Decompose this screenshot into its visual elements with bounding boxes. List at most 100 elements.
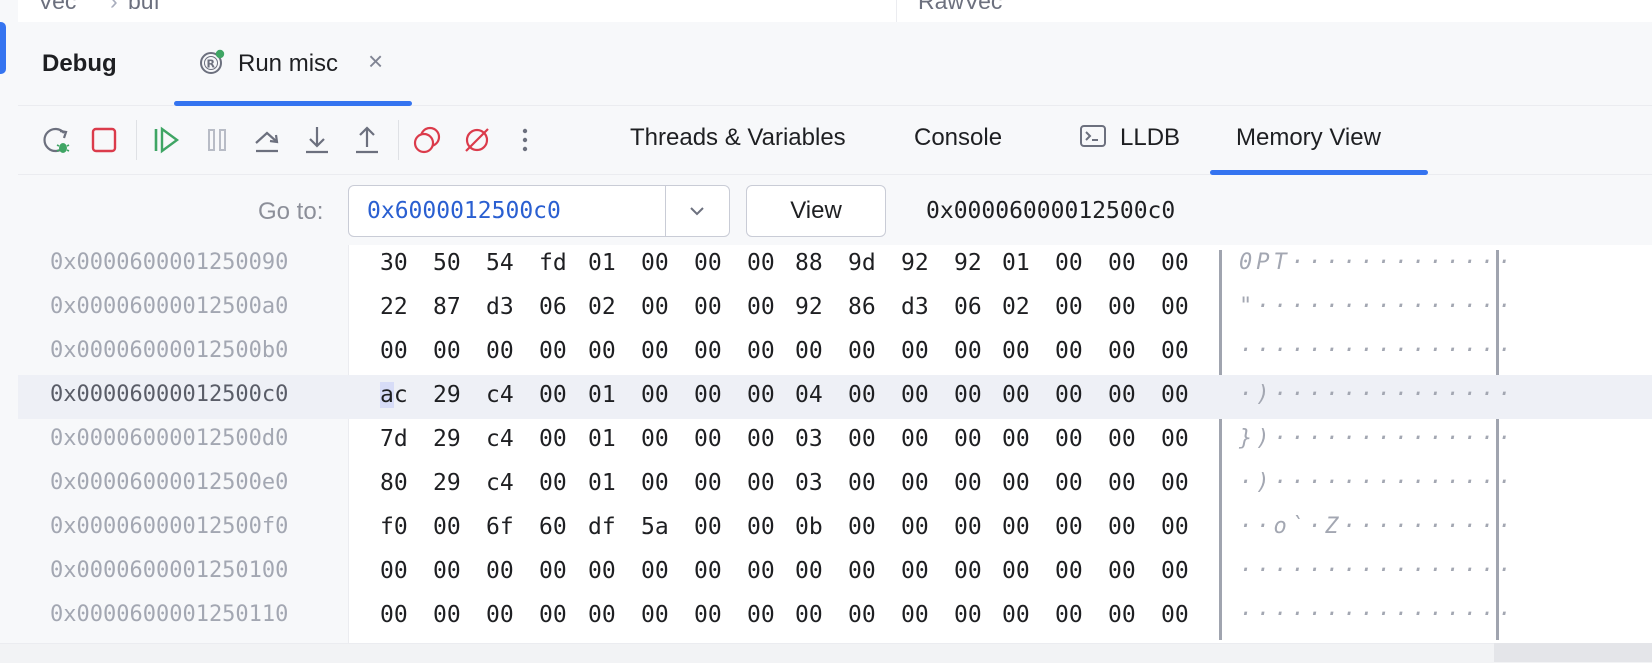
- hex-byte[interactable]: 00: [1108, 514, 1136, 540]
- hex-byte[interactable]: 00: [1002, 426, 1030, 452]
- hex-byte[interactable]: 00: [641, 250, 669, 276]
- hex-byte[interactable]: 00: [901, 558, 929, 584]
- ascii-column[interactable]: 0PT·············: [1239, 250, 1515, 275]
- hex-byte[interactable]: 7d: [380, 426, 408, 452]
- address-combobox[interactable]: [348, 185, 730, 237]
- hex-byte[interactable]: 00: [954, 426, 982, 452]
- hex-byte[interactable]: 00: [486, 558, 514, 584]
- hex-byte[interactable]: 00: [1055, 338, 1083, 364]
- hex-byte[interactable]: 00: [901, 514, 929, 540]
- hex-byte[interactable]: 00: [1055, 470, 1083, 496]
- hex-byte[interactable]: 00: [848, 514, 876, 540]
- hex-byte[interactable]: 00: [1055, 426, 1083, 452]
- ascii-column[interactable]: })··············: [1239, 426, 1515, 451]
- hex-byte[interactable]: 00: [1002, 514, 1030, 540]
- resume-icon[interactable]: [149, 123, 183, 157]
- ascii-column[interactable]: ················: [1239, 338, 1515, 363]
- hex-byte[interactable]: c4: [486, 470, 514, 496]
- hex-byte[interactable]: 30: [380, 250, 408, 276]
- hex-byte[interactable]: 00: [795, 602, 823, 628]
- ascii-column[interactable]: "···············: [1239, 294, 1515, 319]
- hex-byte[interactable]: 00: [954, 382, 982, 408]
- hex-byte[interactable]: 00: [694, 338, 722, 364]
- hex-byte[interactable]: 29: [433, 470, 461, 496]
- hex-byte[interactable]: 00: [747, 338, 775, 364]
- hex-byte[interactable]: 00: [747, 250, 775, 276]
- tab-console[interactable]: Console: [914, 124, 1002, 152]
- hex-byte[interactable]: 00: [1161, 294, 1189, 320]
- hex-byte[interactable]: 50: [433, 250, 461, 276]
- hex-byte[interactable]: 00: [747, 426, 775, 452]
- more-options-icon[interactable]: [508, 123, 542, 157]
- hex-byte[interactable]: 00: [901, 470, 929, 496]
- rerun-debug-icon[interactable]: [40, 123, 74, 157]
- memory-row[interactable]: 0x0000600001250090 30 50 54 fd 01 00 00 00 88 9d 92…: [18, 245, 1652, 287]
- address-input[interactable]: [367, 198, 647, 224]
- ascii-column[interactable]: ················: [1239, 558, 1515, 583]
- tab-run-misc[interactable]: R Run misc ×: [156, 22, 412, 106]
- hex-byte[interactable]: ac: [380, 382, 408, 408]
- hex-byte[interactable]: 01: [588, 382, 616, 408]
- hex-byte[interactable]: 00: [1108, 558, 1136, 584]
- hex-byte[interactable]: 00: [901, 338, 929, 364]
- hex-byte[interactable]: 92: [901, 250, 929, 276]
- memory-row[interactable]: 0x00006000012500a0 22 87 d3 06 02 00 00 00 92 86 d3…: [18, 287, 1652, 331]
- close-icon[interactable]: ×: [368, 48, 383, 74]
- hex-byte[interactable]: 00: [641, 470, 669, 496]
- pause-icon[interactable]: [200, 123, 234, 157]
- hex-byte[interactable]: 00: [1002, 602, 1030, 628]
- hex-byte[interactable]: c4: [486, 426, 514, 452]
- ascii-column[interactable]: ··o`·Z··········: [1239, 514, 1515, 539]
- hex-byte[interactable]: 22: [380, 294, 408, 320]
- ascii-column[interactable]: ·)··············: [1239, 382, 1515, 407]
- hex-byte[interactable]: 00: [954, 338, 982, 364]
- step-out-icon[interactable]: [350, 123, 384, 157]
- hex-byte[interactable]: 00: [641, 338, 669, 364]
- address-dropdown-button[interactable]: [665, 186, 730, 236]
- hex-byte[interactable]: 0b: [795, 514, 823, 540]
- hex-byte[interactable]: 00: [1055, 250, 1083, 276]
- hex-byte[interactable]: 01: [1002, 250, 1030, 276]
- tab-lldb[interactable]: LLDB: [1120, 124, 1180, 152]
- hex-byte[interactable]: 60: [539, 514, 567, 540]
- hex-byte[interactable]: 86: [848, 294, 876, 320]
- hex-byte[interactable]: 00: [747, 514, 775, 540]
- hex-byte[interactable]: 00: [539, 338, 567, 364]
- hex-byte[interactable]: 00: [848, 558, 876, 584]
- hex-byte[interactable]: 00: [901, 426, 929, 452]
- step-into-icon[interactable]: [300, 123, 334, 157]
- hex-byte[interactable]: 00: [1108, 470, 1136, 496]
- tab-memory-view[interactable]: Memory View: [1236, 124, 1381, 152]
- hex-byte[interactable]: 03: [795, 470, 823, 496]
- hex-byte[interactable]: 00: [747, 382, 775, 408]
- hex-byte[interactable]: 00: [1161, 382, 1189, 408]
- hex-byte[interactable]: 00: [539, 558, 567, 584]
- hex-byte[interactable]: 92: [954, 250, 982, 276]
- hex-byte[interactable]: 29: [433, 382, 461, 408]
- hex-byte[interactable]: 04: [795, 382, 823, 408]
- hex-byte[interactable]: 00: [1055, 558, 1083, 584]
- hex-byte[interactable]: 00: [1161, 426, 1189, 452]
- hex-byte[interactable]: 00: [1002, 470, 1030, 496]
- stop-icon[interactable]: [87, 123, 121, 157]
- hex-byte[interactable]: 00: [641, 294, 669, 320]
- hex-byte[interactable]: 00: [694, 558, 722, 584]
- hex-byte[interactable]: 00: [848, 338, 876, 364]
- memory-row[interactable]: 0x00006000012500e0 80 29 c4 00 01 00 00 00 03 00 00…: [18, 463, 1652, 507]
- hex-byte[interactable]: 00: [1108, 338, 1136, 364]
- hex-byte[interactable]: 29: [433, 426, 461, 452]
- hex-byte[interactable]: 01: [588, 426, 616, 452]
- hex-byte[interactable]: df: [588, 514, 616, 540]
- hex-byte[interactable]: 00: [1055, 514, 1083, 540]
- hex-byte[interactable]: 00: [539, 426, 567, 452]
- hex-byte[interactable]: 00: [1108, 250, 1136, 276]
- hex-byte[interactable]: f0: [380, 514, 408, 540]
- hex-byte[interactable]: 00: [954, 514, 982, 540]
- hex-byte[interactable]: 00: [747, 602, 775, 628]
- hex-byte[interactable]: 00: [641, 602, 669, 628]
- hex-byte[interactable]: 00: [747, 294, 775, 320]
- hex-byte[interactable]: 00: [694, 294, 722, 320]
- memory-row[interactable]: 0x00006000012500f0 f0 00 6f 60 df 5a 00 00 0b 00 00…: [18, 507, 1652, 551]
- hex-byte[interactable]: 00: [848, 426, 876, 452]
- hex-byte[interactable]: 80: [380, 470, 408, 496]
